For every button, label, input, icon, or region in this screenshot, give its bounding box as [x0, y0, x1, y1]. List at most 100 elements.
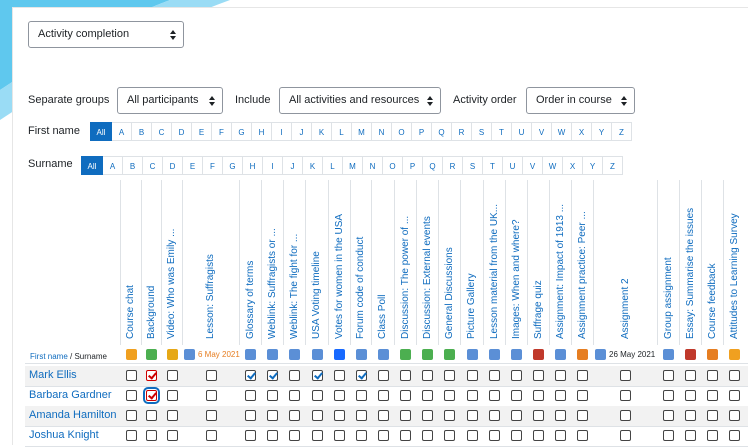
- surname-initial-d[interactable]: D: [163, 156, 183, 175]
- activity-link[interactable]: Lesson material from the UK...: [489, 189, 500, 339]
- activity-link[interactable]: Images: When and where?: [511, 189, 522, 339]
- completion-checkbox[interactable]: [620, 430, 631, 441]
- completion-checkbox[interactable]: [167, 410, 178, 421]
- completion-checkbox[interactable]: [620, 370, 631, 381]
- completion-checkbox[interactable]: [206, 430, 217, 441]
- completion-checkbox[interactable]: [467, 410, 478, 421]
- completion-checkbox[interactable]: [422, 390, 433, 401]
- completion-checkbox[interactable]: [206, 410, 217, 421]
- activity-link[interactable]: Picture Gallery: [466, 189, 477, 339]
- first-name-initial-k[interactable]: K: [312, 122, 332, 141]
- activity-link[interactable]: Discussion: The power of ...: [400, 189, 411, 339]
- completion-checkbox[interactable]: [356, 370, 367, 381]
- activity-order-select[interactable]: Order in course: [526, 87, 635, 114]
- completion-checkbox[interactable]: [378, 410, 389, 421]
- completion-checkbox[interactable]: [620, 390, 631, 401]
- report-type-select[interactable]: Activity completion: [28, 21, 184, 48]
- activity-link[interactable]: Lesson: Suffragists: [205, 189, 216, 339]
- completion-checkbox[interactable]: [729, 370, 740, 381]
- activity-link[interactable]: Votes for women in the USA: [334, 189, 345, 339]
- surname-initial-j[interactable]: J: [283, 156, 303, 175]
- completion-checkbox[interactable]: [289, 430, 300, 441]
- completion-checkbox[interactable]: [620, 410, 631, 421]
- first-name-initial-f[interactable]: F: [212, 122, 232, 141]
- completion-checkbox[interactable]: [312, 370, 323, 381]
- first-name-initial-d[interactable]: D: [172, 122, 192, 141]
- completion-checkbox[interactable]: [356, 390, 367, 401]
- completion-checkbox[interactable]: [729, 410, 740, 421]
- completion-checkbox[interactable]: [289, 370, 300, 381]
- surname-initial-g[interactable]: G: [223, 156, 243, 175]
- first-name-initial-w[interactable]: W: [552, 122, 572, 141]
- activity-link[interactable]: Attitudes to Learning Survey: [729, 189, 740, 339]
- surname-initial-i[interactable]: I: [263, 156, 283, 175]
- completion-checkbox[interactable]: [400, 430, 411, 441]
- sort-surname-link[interactable]: Surname: [74, 352, 106, 361]
- completion-checkbox[interactable]: [663, 370, 674, 381]
- completion-checkbox[interactable]: [663, 430, 674, 441]
- completion-checkbox[interactable]: [400, 370, 411, 381]
- completion-checkbox[interactable]: [555, 370, 566, 381]
- first-name-initial-v[interactable]: V: [532, 122, 552, 141]
- completion-checkbox[interactable]: [312, 430, 323, 441]
- completion-checkbox[interactable]: [146, 430, 157, 441]
- first-name-initial-r[interactable]: R: [452, 122, 472, 141]
- completion-checkbox[interactable]: [400, 410, 411, 421]
- first-name-initial-x[interactable]: X: [572, 122, 592, 141]
- completion-checkbox[interactable]: [685, 370, 696, 381]
- completion-checkbox[interactable]: [126, 430, 137, 441]
- surname-initial-e[interactable]: E: [183, 156, 203, 175]
- completion-checkbox[interactable]: [422, 370, 433, 381]
- first-name-initial-c[interactable]: C: [152, 122, 172, 141]
- first-name-initial-u[interactable]: U: [512, 122, 532, 141]
- completion-checkbox[interactable]: [334, 370, 345, 381]
- completion-checkbox[interactable]: [489, 410, 500, 421]
- activity-link[interactable]: General Discussions: [444, 189, 455, 339]
- activity-link[interactable]: USA Voting timeline: [311, 189, 322, 339]
- surname-initial-l[interactable]: L: [323, 156, 343, 175]
- first-name-initial-t[interactable]: T: [492, 122, 512, 141]
- completion-checkbox[interactable]: [729, 390, 740, 401]
- completion-checkbox[interactable]: [707, 410, 718, 421]
- first-name-initial-y[interactable]: Y: [592, 122, 612, 141]
- completion-checkbox[interactable]: [378, 430, 389, 441]
- completion-checkbox[interactable]: [334, 430, 345, 441]
- first-name-initial-h[interactable]: H: [252, 122, 272, 141]
- completion-checkbox[interactable]: [289, 390, 300, 401]
- completion-checkbox[interactable]: [707, 430, 718, 441]
- include-select[interactable]: All activities and resources: [279, 87, 441, 114]
- activity-link[interactable]: Background: [146, 189, 157, 339]
- first-name-initial-b[interactable]: B: [132, 122, 152, 141]
- activity-link[interactable]: Assignment practice: Peer ...: [577, 189, 588, 339]
- surname-initial-c[interactable]: C: [143, 156, 163, 175]
- surname-initial-f[interactable]: F: [203, 156, 223, 175]
- student-name-link[interactable]: Amanda Hamilton: [29, 409, 116, 421]
- completion-checkbox[interactable]: [312, 410, 323, 421]
- completion-checkbox[interactable]: [663, 390, 674, 401]
- completion-checkbox[interactable]: [334, 390, 345, 401]
- completion-checkbox[interactable]: [577, 430, 588, 441]
- completion-checkbox[interactable]: [167, 390, 178, 401]
- first-name-initial-a[interactable]: A: [112, 122, 132, 141]
- completion-checkbox[interactable]: [312, 390, 323, 401]
- activity-link[interactable]: Glossary of terms: [245, 189, 256, 339]
- completion-checkbox[interactable]: [685, 410, 696, 421]
- completion-checkbox[interactable]: [444, 370, 455, 381]
- first-name-initial-l[interactable]: L: [332, 122, 352, 141]
- surname-initial-s[interactable]: S: [463, 156, 483, 175]
- completion-checkbox[interactable]: [289, 410, 300, 421]
- first-name-initial-n[interactable]: N: [372, 122, 392, 141]
- completion-checkbox[interactable]: [356, 430, 367, 441]
- surname-initial-x[interactable]: X: [563, 156, 583, 175]
- surname-initial-k[interactable]: K: [303, 156, 323, 175]
- surname-initial-r[interactable]: R: [443, 156, 463, 175]
- completion-checkbox[interactable]: [707, 370, 718, 381]
- completion-checkbox[interactable]: [444, 410, 455, 421]
- completion-checkbox[interactable]: [511, 370, 522, 381]
- completion-checkbox[interactable]: [577, 410, 588, 421]
- completion-checkbox[interactable]: [511, 410, 522, 421]
- activity-link[interactable]: Video: Who was Emily ...: [166, 189, 177, 339]
- groups-select[interactable]: All participants: [117, 87, 223, 114]
- student-name-link[interactable]: Mark Ellis: [29, 369, 77, 381]
- surname-initial-m[interactable]: M: [343, 156, 363, 175]
